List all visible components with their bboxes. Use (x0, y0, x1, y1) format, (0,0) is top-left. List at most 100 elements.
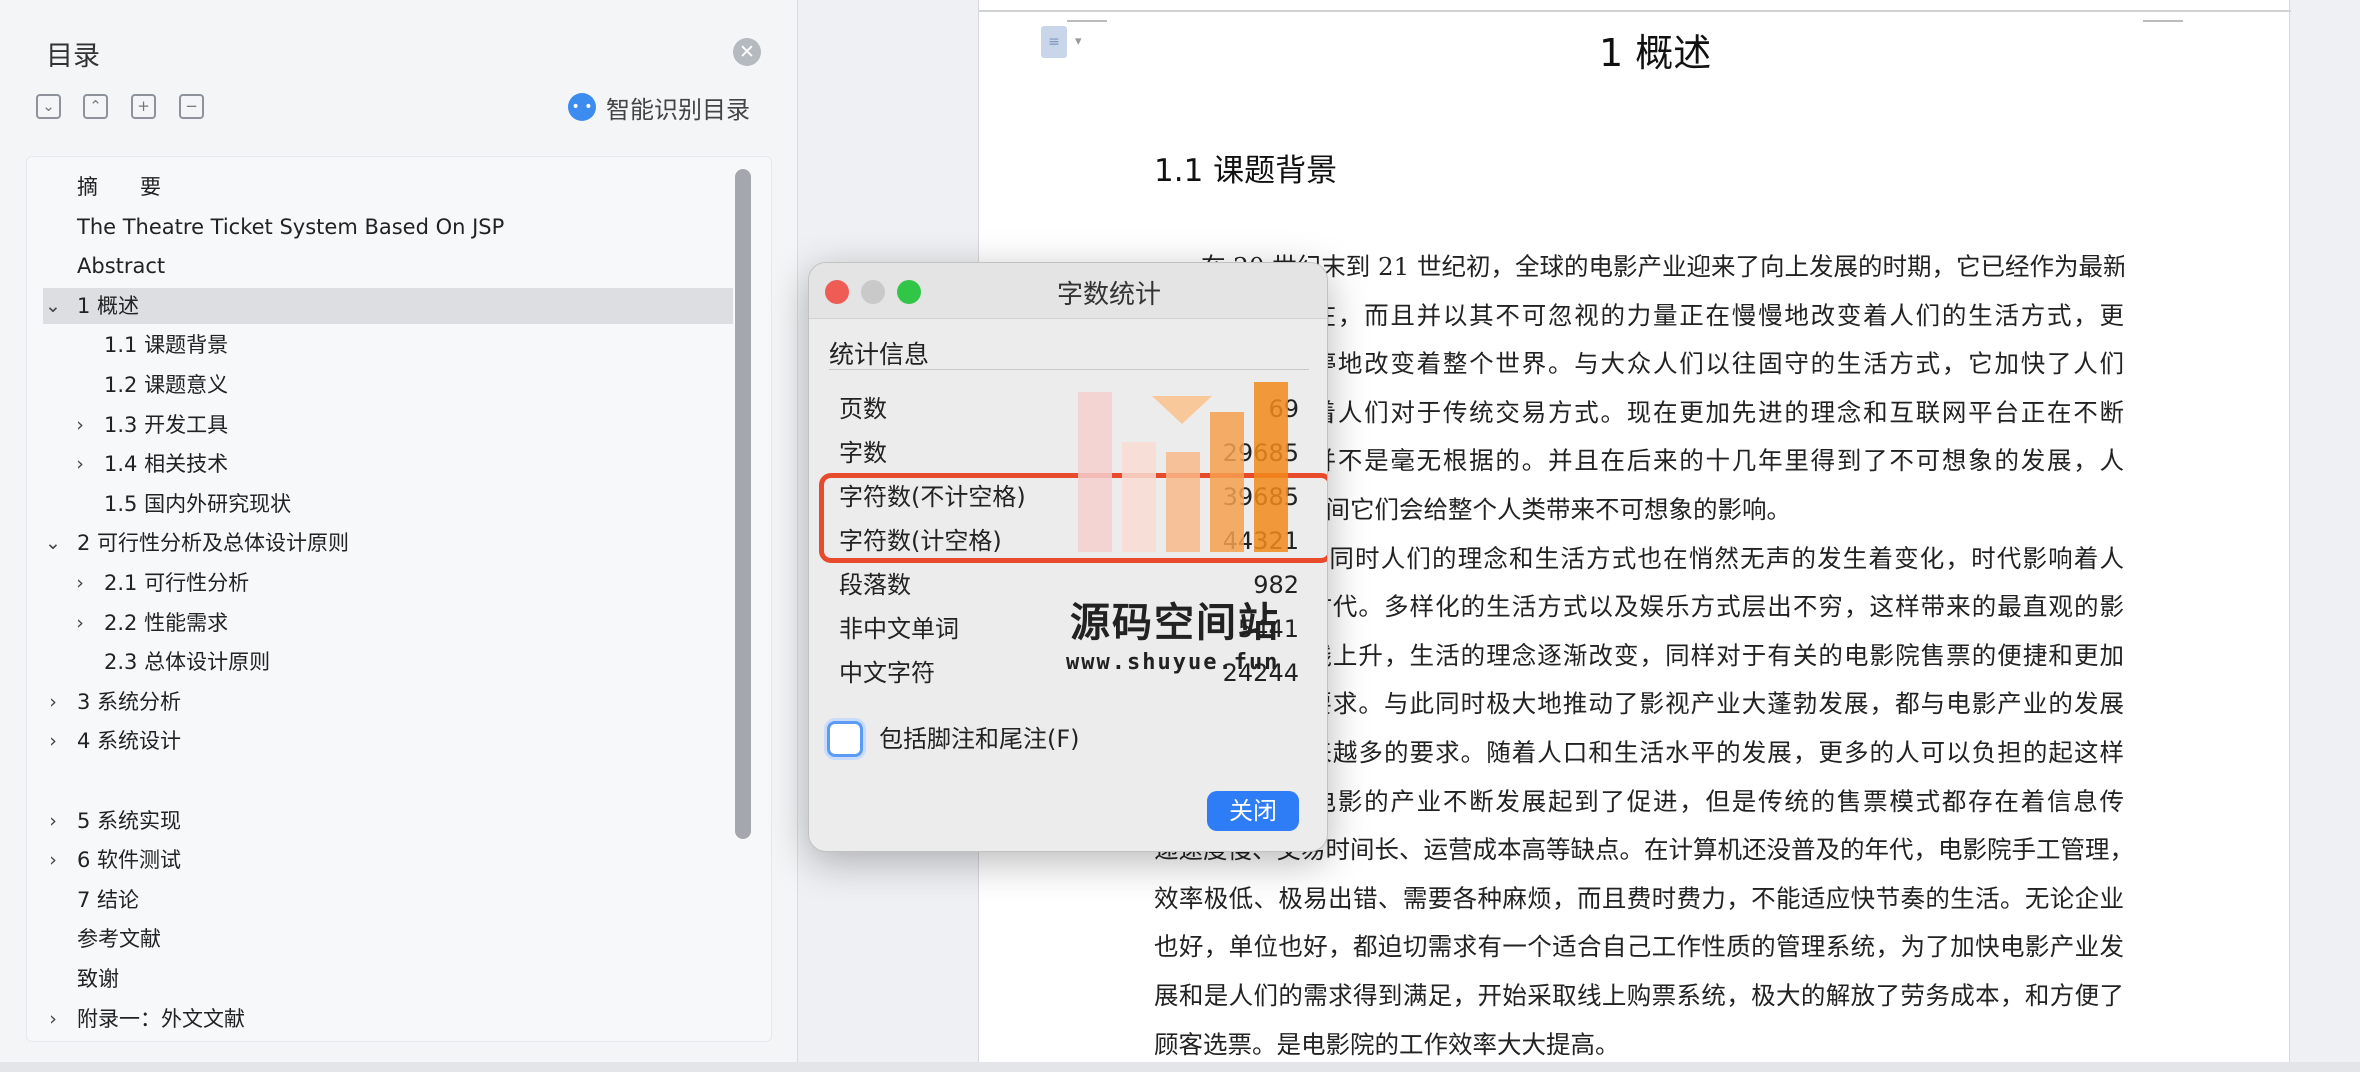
chevron-right-icon[interactable]: › (70, 565, 90, 601)
smart-recognize-toc-button[interactable]: • • 智能识别目录 (568, 92, 750, 124)
chevron-right-icon[interactable]: › (70, 446, 90, 482)
toc-item[interactable]: 2.3 总体设计原则 (43, 644, 733, 680)
section-divider (829, 369, 1309, 370)
toc-item-label: Abstract (77, 254, 166, 279)
toc-item-label: 2.1 可行性分析 (104, 571, 250, 595)
word-count-dialog: 字数统计 统计信息 页数 69 字数 29685 字符数(不计空格) 39685 字符数(计… (808, 262, 1328, 852)
chevron-right-icon[interactable]: › (70, 605, 90, 641)
chevron-right-icon[interactable]: › (43, 1001, 63, 1037)
stats-section-title: 统计信息 (829, 340, 930, 369)
watermark-title: 源码空间站 (1070, 600, 1280, 646)
toc-item[interactable]: The Theatre Ticket System Based On JSP (43, 209, 733, 245)
toc-item[interactable]: 摘 要 (43, 169, 733, 205)
toc-item-label: The Theatre Ticket System Based On JSP (77, 214, 505, 239)
chevron-right-icon[interactable]: › (43, 842, 63, 878)
toc-item-label: 1.3 开发工具 (104, 412, 229, 437)
stat-value: 29685 (1222, 439, 1299, 467)
toc-item-label: 1.2 课题意义 (104, 373, 229, 397)
toc-item[interactable]: 1.2 课题意义 (43, 367, 733, 403)
stat-row: 字数 29685 (839, 433, 1299, 473)
toc-item-label: 3 系统分析 (77, 689, 182, 714)
toc-item[interactable]: › 1.3 开发工具 (43, 407, 733, 443)
document-line: 与此同时，同时人们的理念和生活方式也在悄然无声的发生着变化，时代影响着人 (1201, 543, 2124, 573)
toc-item[interactable]: › 5 系统实现 (43, 803, 733, 839)
stat-value: 69 (1268, 395, 1299, 423)
bottom-strip (0, 1062, 2360, 1072)
toc-item-label: 1 概述 (77, 293, 140, 318)
stat-label: 页数 (839, 395, 887, 423)
document-heading-1: 1 概述 (1599, 31, 1712, 75)
toc-item[interactable]: Abstract (43, 248, 733, 284)
toc-item-label: 致谢 (77, 967, 119, 991)
close-icon[interactable]: ✕ (733, 38, 761, 66)
toc-item[interactable]: 7 结论 (43, 882, 733, 918)
chevron-right-icon[interactable]: › (43, 723, 63, 759)
close-button[interactable]: 关闭 (1207, 791, 1299, 831)
document-line: 顾客选票。是电影院的工作效率大大提高。 (1154, 1029, 1620, 1059)
dialog-titlebar: 字数统计 (809, 263, 1327, 319)
document-line: 也好，单位也好，都迫切需求有一个适合自己工作性质的管理系统，为了加快电影产业发 (1154, 932, 2124, 962)
highlight-box (819, 473, 1327, 563)
toc-item[interactable]: 参考文献 (43, 921, 733, 957)
document-line: 在 20 世纪末到 21 世纪初，全球的电影产业迎来了向上发展的时期，它已经作为… (1201, 252, 2124, 281)
toc-item[interactable]: › 1.4 相关技术 (43, 446, 733, 482)
expand-all-icon[interactable]: ⌃ (83, 94, 108, 119)
toc-item[interactable]: › 附录一：外文文献 (43, 1001, 733, 1037)
document-line: 展和是人们的需求得到满足，开始采取线上购票系统，极大的解放了劳务成本，和方便了 (1154, 981, 2124, 1010)
chevron-down-icon[interactable]: ⌄ (43, 288, 63, 324)
toc-item-active[interactable]: ⌄ 1 概述 (43, 287, 733, 324)
toc-item[interactable]: › 2.1 可行性分析 (43, 565, 733, 601)
toc-item-label: 6 软件测试 (77, 848, 182, 873)
stat-label: 段落数 (839, 571, 911, 599)
toc-item-label: 1.5 国内外研究现状 (104, 491, 292, 516)
toc-list-panel: 摘 要 The Theatre Ticket System Based On JS… (26, 156, 772, 1042)
toc-item (43, 763, 733, 799)
include-footnotes-label[interactable]: 包括脚注和尾注(F) (879, 721, 1080, 757)
toc-item-label: 2.3 总体设计原则 (104, 650, 271, 675)
toc-item[interactable]: 1.1 课题背景 (43, 327, 733, 363)
corner-mark-left (1067, 0, 1107, 22)
dialog-title: 字数统计 (1056, 280, 1161, 310)
stat-row: 页数 69 (839, 389, 1299, 429)
toc-item-label: 2.2 性能需求 (104, 610, 229, 635)
toc-item-label: 摘 要 (77, 175, 161, 199)
include-footnotes-checkbox[interactable] (827, 721, 863, 757)
stat-label: 字数 (839, 439, 887, 467)
smart-recognize-label: 智能识别目录 (606, 95, 750, 124)
chevron-right-icon[interactable]: › (43, 803, 63, 839)
collapse-all-icon[interactable]: ⌄ (36, 94, 61, 119)
toc-item[interactable]: 1.5 国内外研究现状 (43, 486, 733, 522)
toc-scrollbar[interactable] (735, 169, 751, 839)
toc-item-label: 1.4 相关技术 (104, 452, 229, 477)
corner-mark-right (2143, 0, 2183, 22)
toc-item[interactable]: 致谢 (43, 961, 733, 997)
toc-item[interactable]: › 2.2 性能需求 (43, 605, 733, 641)
document-line: 效率极低、极易出错、需要各种麻烦，而且费时费力，不能适应快节奏的生活。无论企业 (1154, 883, 2124, 913)
document-heading-2: 1.1 课题背景 (1154, 153, 1338, 189)
document-icon[interactable]: ≡ (1041, 26, 1067, 58)
toc-sidebar: 目录 ✕ ⌄ ⌃ + − • • 智能识别目录 摘 要 The Theatre T… (0, 0, 798, 1072)
stat-label: 中文字符 (839, 659, 935, 687)
chevron-right-icon[interactable]: › (43, 684, 63, 720)
watermark-url: www.shuyue.fun (1066, 650, 1280, 675)
add-heading-icon[interactable]: + (131, 94, 156, 119)
toc-item-label: 参考文献 (77, 927, 161, 952)
toc-item-label: 附录一：外文文献 (77, 1006, 245, 1031)
chevron-down-icon[interactable]: ⌄ (43, 525, 63, 561)
toc-item[interactable]: › 6 软件测试 (43, 842, 733, 878)
toc-title: 目录 (46, 41, 100, 72)
toc-item[interactable]: ⌄ 2 可行性分析及总体设计原则 (43, 525, 733, 561)
toc-item-label: 7 结论 (77, 887, 140, 912)
stat-label: 非中文单词 (839, 615, 959, 643)
chevron-down-icon[interactable]: ▾ (1075, 34, 1082, 49)
toc-item-label: 5 系统实现 (77, 808, 182, 833)
toc-item[interactable]: › 3 系统分析 (43, 684, 733, 720)
toc-item-label: 4 系统设计 (77, 729, 182, 754)
toc-item[interactable]: › 4 系统设计 (43, 723, 733, 759)
page-top-border (979, 10, 2291, 12)
remove-heading-icon[interactable]: − (179, 94, 204, 119)
toc-item-label: 2 可行性分析及总体设计原则 (77, 531, 350, 556)
chevron-right-icon[interactable]: › (70, 407, 90, 443)
ai-face-icon: • • (568, 93, 596, 121)
toc-item-label: 1.1 课题背景 (104, 333, 229, 358)
